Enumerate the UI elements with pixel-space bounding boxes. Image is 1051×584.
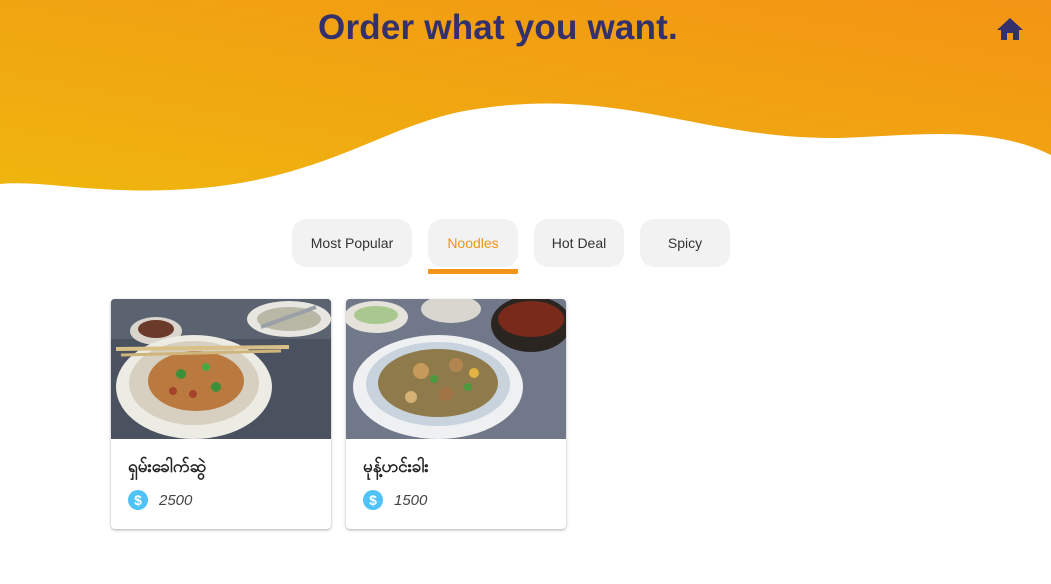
page-title: Order what you want. (318, 8, 678, 47)
product-image (346, 299, 566, 439)
page: Order what you want. Most Popular Noodle… (0, 0, 1051, 584)
product-name: မုန့်ဟင်းခါး (363, 457, 429, 477)
tab-label: Noodles (447, 235, 499, 251)
dollar-icon: $ (128, 490, 148, 510)
price-row: $ 2500 (128, 490, 192, 510)
price-row: $ 1500 (363, 490, 427, 510)
product-price: 1500 (394, 491, 428, 509)
product-card[interactable]: ရှမ်းခေါက်ဆွဲ $ 2500 (111, 299, 331, 529)
active-tab-indicator (428, 269, 518, 274)
product-image (111, 299, 331, 439)
product-card[interactable]: မုန့်ဟင်းခါး $ 1500 (346, 299, 566, 529)
product-name: ရှမ်းခေါက်ဆွဲ (128, 457, 206, 477)
tab-noodles[interactable]: Noodles (428, 219, 518, 267)
tab-most-popular[interactable]: Most Popular (292, 219, 412, 267)
tab-hot-deal[interactable]: Hot Deal (534, 219, 624, 267)
category-tabs: Most Popular Noodles Hot Deal Spicy (0, 219, 1051, 279)
tab-label: Most Popular (310, 235, 394, 251)
product-price: 2500 (159, 491, 193, 509)
home-icon (997, 18, 1023, 40)
tab-label: Hot Deal (551, 235, 607, 251)
home-button[interactable] (996, 16, 1024, 42)
tab-label: Spicy (667, 235, 703, 251)
dollar-icon: $ (363, 490, 383, 510)
tab-spicy[interactable]: Spicy (640, 219, 730, 267)
